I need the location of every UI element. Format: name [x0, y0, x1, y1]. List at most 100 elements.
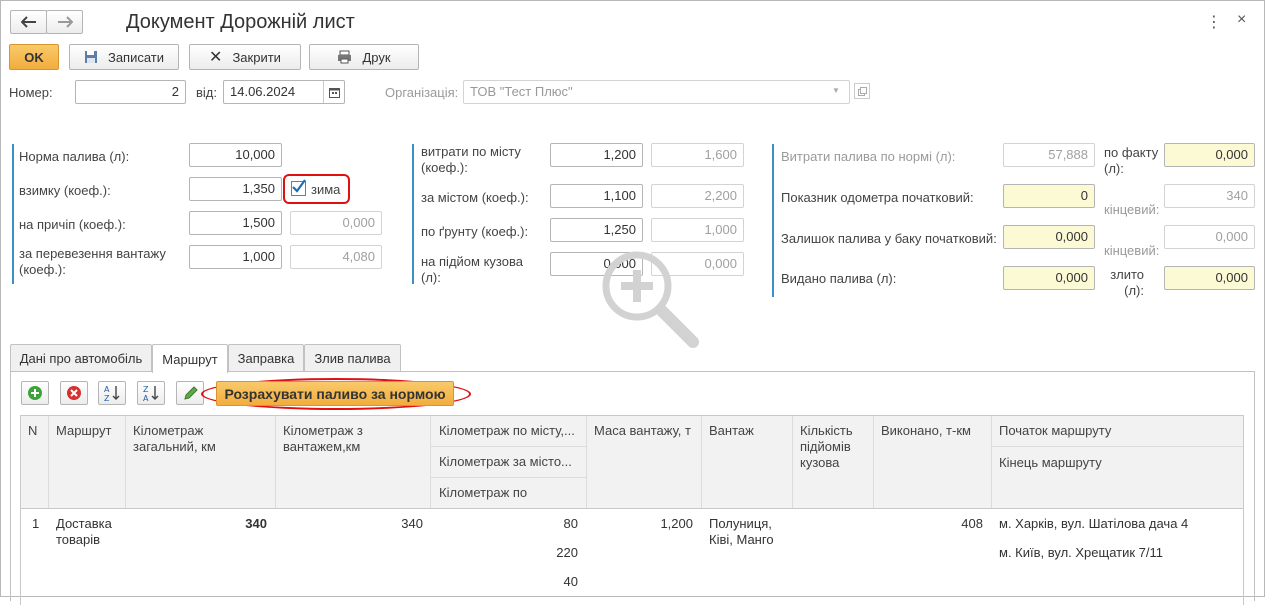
- sort-descending-button[interactable]: Z A: [137, 381, 165, 405]
- arrow-right-icon: [57, 16, 73, 28]
- cell-km-city: 80: [563, 516, 578, 531]
- organization-open-icon[interactable]: [854, 83, 870, 99]
- drained-fuel-input[interactable]: 0,000: [1164, 266, 1255, 290]
- outcity-coef-input[interactable]: 1,100: [550, 184, 643, 208]
- document-window: Документ Дорожній лист ⋮ × OK Записати ✕…: [0, 0, 1265, 605]
- sort-ascending-icon: A Z: [104, 385, 120, 402]
- header-start[interactable]: Початок маршруту: [999, 423, 1111, 439]
- winter-checkbox[interactable]: [291, 179, 306, 196]
- col-divider: [873, 416, 874, 508]
- column3-accent-bar: [772, 144, 774, 297]
- sort-descending-icon: Z A: [143, 385, 159, 402]
- save-button[interactable]: Записати: [69, 44, 179, 70]
- cell-km-total: 340: [245, 516, 267, 531]
- back-button[interactable]: [10, 10, 47, 34]
- issued-fuel-label: Видано палива (л):: [781, 271, 897, 286]
- more-menu-icon[interactable]: ⋮: [1206, 12, 1222, 32]
- header-lifts[interactable]: Кількість підйомів кузова: [800, 423, 870, 471]
- cargo-coef-input[interactable]: 1,000: [189, 245, 282, 269]
- drained-fuel-label: злито (л):: [1110, 267, 1144, 298]
- tab-route[interactable]: Маршрут: [152, 344, 228, 373]
- col-divider: [48, 416, 49, 508]
- ground-coef-input[interactable]: 1,250: [550, 218, 643, 242]
- table-row[interactable]: 1 Доставка товарів 340 340 80 220 40 1,2…: [21, 509, 1243, 599]
- organization-input[interactable]: ТОВ "Тест Плюс": [463, 80, 850, 104]
- header-cargo[interactable]: Вантаж: [709, 423, 754, 439]
- header-km-total[interactable]: Кілометраж загальний, км: [133, 423, 263, 455]
- sort-ascending-button[interactable]: A Z: [98, 381, 126, 405]
- close-button[interactable]: ✕ Закрити: [189, 44, 301, 70]
- window-title: Документ Дорожній лист: [126, 11, 355, 33]
- header-km-ground[interactable]: Кілометраж по: [439, 485, 527, 501]
- header-mass[interactable]: Маса вантажу, т: [594, 423, 691, 439]
- organization-dropdown-icon[interactable]: ▼: [832, 86, 840, 95]
- date-label: від:: [196, 85, 217, 100]
- ground-coef-label: по ґрунту (коеф.):: [421, 224, 529, 239]
- tank-start-label: Залишок палива у баку початковий:: [781, 231, 997, 246]
- header-route[interactable]: Маршрут: [56, 423, 111, 439]
- ground-calc-field: 1,000: [651, 218, 744, 242]
- city-coef-input[interactable]: 1,200: [550, 143, 643, 167]
- issued-fuel-input[interactable]: 0,000: [1003, 266, 1095, 290]
- tank-start-input[interactable]: 0,000: [1003, 225, 1095, 249]
- organization-value: ТОВ "Тест Плюс": [470, 84, 573, 99]
- calculate-fuel-button[interactable]: Розрахувати паливо за нормою: [216, 381, 454, 406]
- add-row-button[interactable]: [21, 381, 49, 405]
- winter-coef-label: взимку (коеф.):: [19, 183, 111, 198]
- cell-km-cargo: 340: [401, 516, 423, 531]
- cell-done: 408: [961, 516, 983, 531]
- outcity-calc-field: 2,200: [651, 184, 744, 208]
- printer-icon: [337, 50, 352, 64]
- ok-button-label: OK: [24, 49, 44, 65]
- subheader-line: [431, 446, 586, 447]
- col-divider: [701, 416, 702, 508]
- header-km-city[interactable]: Кілометраж по місту,...: [439, 423, 575, 439]
- col-divider: [430, 416, 431, 508]
- checkmark-icon: [292, 179, 306, 193]
- header-done[interactable]: Виконано, т-км: [881, 423, 971, 439]
- fact-label: по факту (л):: [1104, 145, 1159, 176]
- ok-button[interactable]: OK: [9, 44, 59, 70]
- winter-checkbox-label[interactable]: зима: [311, 182, 340, 198]
- organization-label: Організація:: [385, 85, 459, 100]
- forward-button[interactable]: [46, 10, 83, 34]
- odometer-end-label: кінцевий:: [1104, 202, 1160, 217]
- number-label: Номер:: [9, 85, 53, 100]
- fuel-norm-input[interactable]: 10,000: [189, 143, 282, 167]
- winter-coef-input[interactable]: 1,350: [189, 177, 282, 201]
- odometer-start-label: Показник одометра початковий:: [781, 190, 974, 205]
- header-km-cargo[interactable]: Кілометраж з вантажем,км: [283, 423, 423, 455]
- calendar-icon[interactable]: [323, 81, 344, 103]
- cell-start: м. Харків, вул. Шатілова дача 4: [999, 516, 1189, 531]
- col-divider: [586, 416, 587, 508]
- trailer-coef-input[interactable]: 1,500: [189, 211, 282, 235]
- cargo-coef-label: за перевезення вантажу (коеф.):: [19, 246, 166, 277]
- cell-n: 1: [32, 516, 40, 531]
- tab-vehicle-data[interactable]: Дані про автомобіль: [10, 344, 152, 372]
- header-end[interactable]: Кінець маршруту: [999, 455, 1102, 471]
- plus-circle-icon: [28, 386, 42, 400]
- header-n[interactable]: N: [28, 423, 37, 439]
- lift-label: на підйом кузова (л):: [421, 254, 523, 285]
- close-window-icon[interactable]: ×: [1237, 11, 1246, 29]
- odometer-end-field: 340: [1164, 184, 1255, 208]
- cell-mass: 1,200: [660, 516, 693, 531]
- column2-accent-bar: [412, 144, 414, 284]
- column1-accent-bar: [12, 144, 14, 284]
- zoom-watermark-icon: [602, 251, 699, 348]
- close-button-label: Закрити: [232, 49, 281, 65]
- number-input[interactable]: 2: [75, 80, 186, 104]
- cell-end: м. Київ, вул. Хрещатик 7/11: [999, 545, 1164, 560]
- tank-end-field: 0,000: [1164, 225, 1255, 249]
- tab-fuel-drain[interactable]: Злив палива: [304, 344, 401, 372]
- tab-refuel[interactable]: Заправка: [228, 344, 304, 372]
- delete-row-button[interactable]: [60, 381, 88, 405]
- header-km-outcity[interactable]: Кілометраж за місто...: [439, 454, 572, 470]
- cargo-calc-field: 4,080: [290, 245, 382, 269]
- edit-row-button[interactable]: [176, 381, 204, 405]
- odometer-start-input[interactable]: 0: [1003, 184, 1095, 208]
- fact-input[interactable]: 0,000: [1164, 143, 1255, 167]
- date-value: 14.06.2024: [230, 84, 296, 99]
- print-button-label: Друк: [362, 49, 391, 65]
- print-button[interactable]: Друк: [309, 44, 419, 70]
